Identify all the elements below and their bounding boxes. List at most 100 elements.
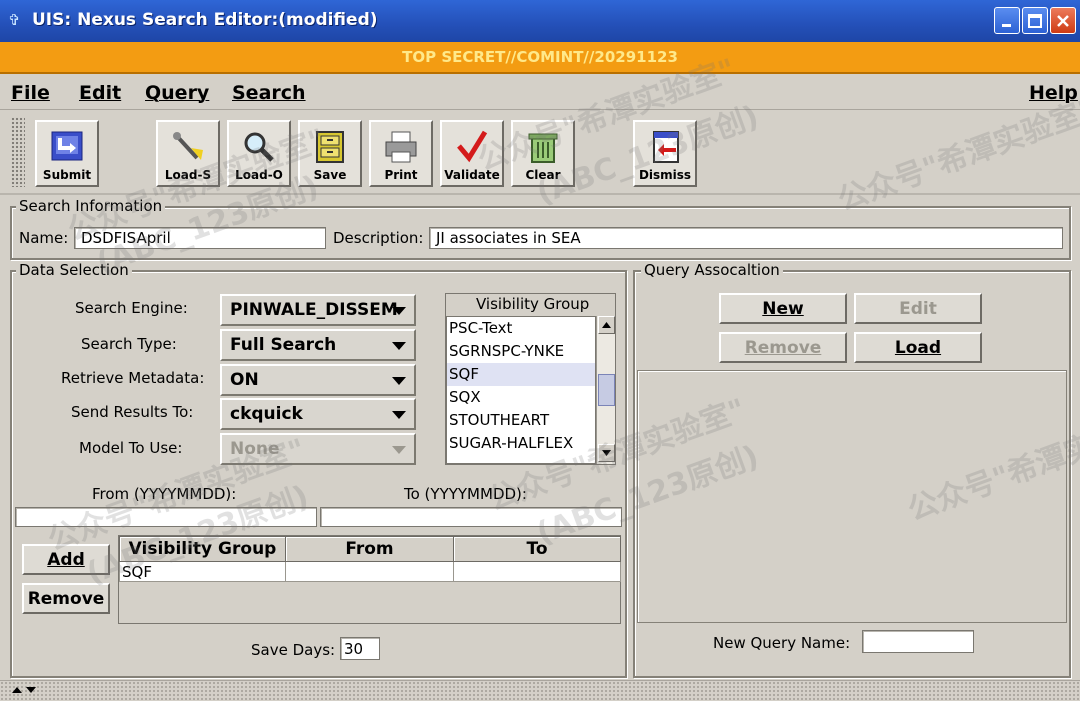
chevron-down-icon bbox=[392, 307, 406, 315]
visibility-table-panel: Visibility Group From To SQF bbox=[118, 535, 621, 624]
new-query-name-field[interactable] bbox=[862, 630, 974, 653]
visibility-table: Visibility Group From To SQF bbox=[119, 536, 621, 582]
app-icon: ✞ bbox=[8, 11, 21, 29]
from-date-field[interactable] bbox=[15, 507, 317, 527]
menu-bar: File Edit Query Search Help bbox=[0, 76, 1080, 110]
toolbar-grip[interactable] bbox=[11, 117, 25, 187]
load-o-label: Load-O bbox=[235, 168, 283, 182]
scroll-up-button[interactable] bbox=[598, 316, 615, 334]
new-query-name-label: New Query Name: bbox=[713, 634, 851, 652]
send-results-label: Send Results To: bbox=[71, 403, 194, 421]
load-s-label: Load-S bbox=[164, 168, 212, 182]
arrow-up-icon bbox=[602, 322, 611, 328]
new-button-label: New bbox=[762, 298, 804, 319]
load-o-button[interactable]: Load-O bbox=[227, 120, 291, 187]
cabinet-icon bbox=[316, 131, 344, 163]
description-field[interactable]: JI associates in SEA bbox=[429, 227, 1063, 249]
menu-file[interactable]: File bbox=[11, 82, 50, 104]
edit-query-button[interactable]: Edit bbox=[854, 293, 982, 324]
visibility-group-list[interactable]: PSC-Text SGRNSPC-YNKE SQF SQX STOUTHEART… bbox=[446, 316, 596, 464]
dismiss-label: Dismiss bbox=[638, 168, 692, 182]
menu-search[interactable]: Search bbox=[232, 82, 306, 104]
name-label: Name: bbox=[19, 229, 69, 247]
model-select[interactable]: None bbox=[220, 433, 416, 465]
list-item[interactable]: PSC-Text bbox=[447, 317, 595, 340]
column-header[interactable]: Visibility Group bbox=[119, 536, 286, 562]
retrieve-metadata-label: Retrieve Metadata: bbox=[61, 369, 205, 387]
submit-icon bbox=[51, 131, 83, 161]
dismiss-button[interactable]: Dismiss bbox=[633, 120, 697, 187]
load-s-button[interactable]: Load-S bbox=[156, 120, 220, 187]
search-information-title: Search Information bbox=[16, 197, 166, 215]
checkmark-icon bbox=[457, 130, 488, 163]
search-type-value: Full Search bbox=[230, 335, 337, 355]
send-results-select[interactable]: ckquick bbox=[220, 398, 416, 430]
column-header[interactable]: To bbox=[453, 536, 621, 562]
model-label: Model To Use: bbox=[79, 439, 183, 457]
window-title: UIS: Nexus Search Editor:(modified) bbox=[32, 10, 378, 30]
list-item[interactable]: SGRNSPC-YNKE bbox=[447, 340, 595, 363]
remove-query-button[interactable]: Remove bbox=[719, 332, 847, 363]
print-button[interactable]: Print bbox=[369, 120, 433, 187]
save-days-field[interactable]: 30 bbox=[340, 637, 380, 660]
search-type-select[interactable]: Full Search bbox=[220, 329, 416, 361]
classification-banner: TOP SECRET//COMINT//20291123 bbox=[0, 42, 1080, 74]
to-date-field[interactable] bbox=[320, 507, 622, 527]
table-cell[interactable] bbox=[453, 561, 621, 582]
add-button-label: Add bbox=[47, 549, 85, 570]
retrieve-metadata-select[interactable]: ON bbox=[220, 364, 416, 396]
list-item[interactable]: SQX bbox=[447, 386, 595, 409]
collapse-arrows-icon[interactable] bbox=[10, 684, 40, 696]
chevron-down-icon bbox=[392, 411, 406, 419]
query-list-panel[interactable] bbox=[637, 370, 1067, 623]
maximize-icon bbox=[1028, 13, 1042, 28]
submit-button[interactable]: Submit bbox=[35, 120, 99, 187]
clear-button[interactable]: Clear bbox=[511, 120, 575, 187]
menu-edit[interactable]: Edit bbox=[79, 82, 121, 104]
remove-button-label: Remove bbox=[27, 588, 105, 609]
close-button[interactable] bbox=[1050, 7, 1076, 34]
chevron-down-icon bbox=[392, 377, 406, 385]
trash-icon bbox=[528, 133, 558, 163]
save-label: Save bbox=[313, 168, 347, 182]
magnifier-icon bbox=[244, 132, 274, 162]
to-label: To (YYYYMMDD): bbox=[404, 485, 527, 503]
query-association-title: Query Assocaltion bbox=[641, 261, 783, 279]
column-header[interactable]: From bbox=[285, 536, 454, 562]
description-label: Description: bbox=[333, 229, 424, 247]
scroll-down-button[interactable] bbox=[598, 444, 615, 462]
maximize-button[interactable] bbox=[1022, 7, 1048, 34]
list-item[interactable]: SQF bbox=[447, 363, 595, 386]
save-days-label: Save Days: bbox=[251, 641, 336, 659]
list-item[interactable]: SUGAR-HALFLEX bbox=[447, 432, 595, 455]
scroll-thumb[interactable] bbox=[598, 374, 615, 406]
model-value: None bbox=[230, 439, 280, 459]
add-button[interactable]: Add bbox=[22, 544, 110, 575]
remove-button[interactable]: Remove bbox=[22, 583, 110, 614]
list-item[interactable]: STOUTHEART bbox=[447, 409, 595, 432]
table-header-row: Visibility Group From To bbox=[119, 536, 621, 562]
visibility-group-header: Visibility Group bbox=[476, 295, 590, 313]
table-cell[interactable]: SQF bbox=[119, 561, 286, 582]
new-query-button[interactable]: New bbox=[719, 293, 847, 324]
title-bar: ✞ UIS: Nexus Search Editor:(modified) bbox=[0, 0, 1080, 42]
menu-query[interactable]: Query bbox=[145, 82, 209, 104]
table-cell[interactable] bbox=[285, 561, 454, 582]
remove-query-label: Remove bbox=[744, 337, 822, 358]
name-field[interactable]: DSDFISApril bbox=[74, 227, 326, 249]
validate-label: Validate bbox=[444, 168, 500, 182]
search-type-label: Search Type: bbox=[81, 335, 177, 353]
load-query-button[interactable]: Load bbox=[854, 332, 982, 363]
from-label: From (YYYYMMDD): bbox=[92, 485, 237, 503]
menu-help[interactable]: Help bbox=[1029, 82, 1078, 104]
minimize-icon bbox=[1002, 23, 1011, 27]
table-row[interactable]: SQF bbox=[119, 561, 621, 582]
chevron-down-icon bbox=[392, 342, 406, 350]
save-button[interactable]: Save bbox=[298, 120, 362, 187]
validate-button[interactable]: Validate bbox=[440, 120, 504, 187]
send-results-value: ckquick bbox=[230, 404, 303, 424]
visibility-list-scrollbar[interactable] bbox=[596, 316, 615, 464]
search-engine-select[interactable]: PINWALE_DISSEM bbox=[220, 294, 416, 326]
data-selection-title: Data Selection bbox=[16, 261, 132, 279]
minimize-button[interactable] bbox=[994, 7, 1020, 34]
